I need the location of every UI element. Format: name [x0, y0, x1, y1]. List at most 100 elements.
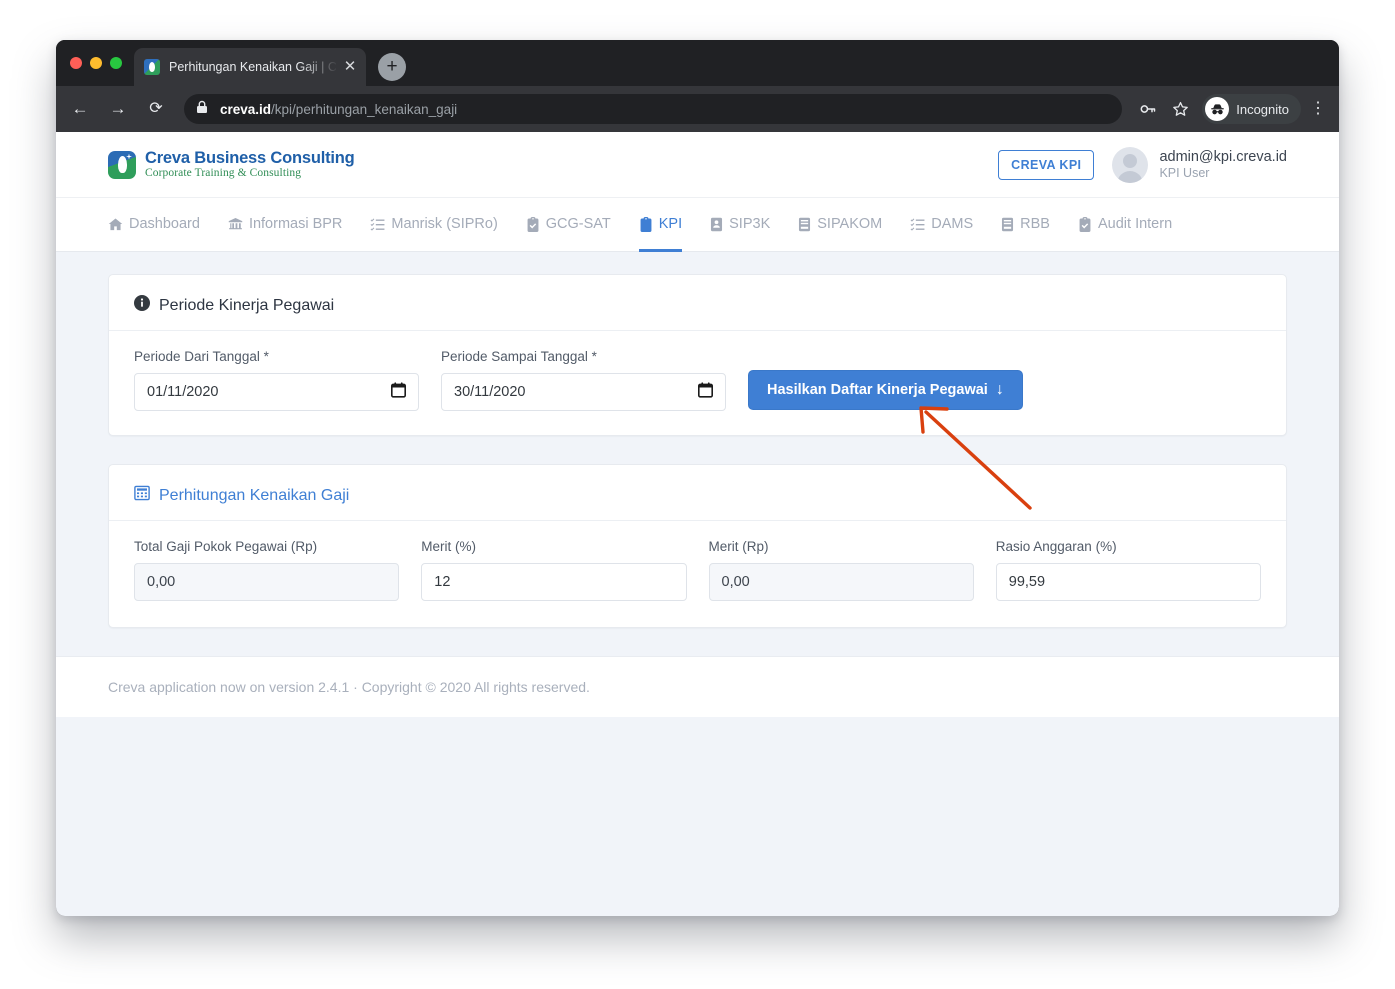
clipboard-check-icon — [1078, 216, 1092, 232]
maximize-window-button[interactable] — [110, 57, 122, 69]
browser-tabstrip: Perhitungan Kenaikan Gaji | Cre ✕ + — [56, 40, 1339, 86]
nav-item-manrisk[interactable]: Manrisk (SIPRo) — [370, 199, 498, 252]
home-icon — [108, 217, 123, 232]
info-circle-icon — [134, 295, 150, 316]
lock-icon — [196, 100, 210, 119]
nav-item-rbb[interactable]: RBB — [1001, 199, 1050, 252]
creva-kpi-badge[interactable]: CREVA KPI — [998, 149, 1095, 180]
card-header: Periode Kinerja Pegawai — [109, 275, 1286, 331]
new-tab-button[interactable]: + — [378, 53, 406, 81]
page-content: Periode Kinerja Pegawai Periode Dari Tan… — [56, 252, 1339, 628]
nav-label: GCG-SAT — [545, 216, 611, 232]
periode-dari-input[interactable]: 01/11/2020 — [134, 373, 419, 411]
browser-window: Perhitungan Kenaikan Gaji | Cre ✕ + ← → … — [56, 40, 1339, 916]
avatar — [1112, 146, 1149, 183]
forward-button[interactable]: → — [104, 95, 132, 123]
nav-item-dashboard[interactable]: Dashboard — [108, 199, 200, 252]
url-domain: creva.id — [220, 101, 272, 117]
bookmark-star-icon[interactable] — [1166, 95, 1194, 123]
list-icon — [370, 217, 385, 232]
nav-label: SIP3K — [729, 216, 771, 232]
merit-rupiah-input[interactable]: 0,00 — [708, 563, 974, 601]
main-navigation: Dashboard Informasi BPR Manrisk (SIPRo) — [56, 198, 1339, 252]
browser-tab[interactable]: Perhitungan Kenaikan Gaji | Cre ✕ — [134, 48, 366, 86]
browser-toolbar: ← → ⟳ creva.id/kpi/perhitungan_kenaikan_… — [56, 86, 1339, 132]
address-bar-text: creva.id/kpi/perhitungan_kenaikan_gaji — [220, 102, 457, 117]
user-email: admin@kpi.creva.id — [1159, 148, 1287, 165]
reload-button[interactable]: ⟳ — [142, 95, 170, 123]
site-footer: Creva application now on version 2.4.1 ·… — [56, 656, 1339, 717]
merit-rupiah-value: 0,00 — [721, 574, 750, 590]
user-role: KPI User — [1159, 165, 1210, 180]
book-icon — [798, 217, 811, 232]
nav-label: Audit Intern — [1097, 216, 1173, 232]
nav-item-audit-intern[interactable]: Audit Intern — [1078, 199, 1172, 252]
nav-item-informasi-bpr[interactable]: Informasi BPR — [228, 199, 342, 252]
card-header: Perhitungan Kenaikan Gaji — [109, 465, 1286, 521]
perhitungan-kenaikan-gaji-card: Perhitungan Kenaikan Gaji Total Gaji Pok… — [108, 464, 1287, 628]
header-right: CREVA KPI admin@kpi.creva.id KPI User — [998, 146, 1287, 183]
window-controls[interactable] — [70, 57, 122, 69]
minimize-window-button[interactable] — [90, 57, 102, 69]
list-icon — [910, 217, 925, 232]
calendar-icon[interactable] — [391, 382, 406, 402]
merit-persen-label: Merit (%) — [421, 539, 476, 554]
creva-logo-icon — [108, 150, 136, 179]
nav-item-sip3k[interactable]: SIP3K — [710, 199, 770, 252]
periode-sampai-label: Periode Sampai Tanggal * — [441, 349, 597, 364]
tab-favicon-icon — [144, 59, 160, 75]
merit-rupiah-field: Merit (Rp) 0,00 — [708, 539, 974, 601]
calendar-icon[interactable] — [698, 382, 713, 402]
rasio-anggaran-field: Rasio Anggaran (%) 99,59 — [995, 539, 1261, 601]
password-key-icon[interactable] — [1134, 95, 1162, 123]
hasilkan-daftar-kinerja-button[interactable]: Hasilkan Daftar Kinerja Pegawai ↓ — [748, 370, 1023, 410]
nav-label: Manrisk (SIPRo) — [391, 216, 498, 232]
id-card-icon — [710, 217, 723, 232]
total-gaji-pokok-value: 0,00 — [147, 574, 176, 590]
url-path: /kpi/perhitungan_kenaikan_gaji — [271, 101, 458, 117]
profile-label: Incognito — [1236, 101, 1289, 117]
card-title: Perhitungan Kenaikan Gaji — [159, 486, 350, 504]
periode-sampai-field: Periode Sampai Tanggal * 30/11/2020 — [441, 349, 726, 411]
tab-title: Perhitungan Kenaikan Gaji | Cre — [169, 60, 336, 74]
card-body: Periode Dari Tanggal * 01/11/2020 Period… — [109, 331, 1286, 435]
page-viewport: Creva Business Consulting Corporate Trai… — [56, 132, 1339, 916]
back-button[interactable]: ← — [66, 95, 94, 123]
user-info: admin@kpi.creva.id KPI User — [1159, 148, 1287, 182]
logo-text: Creva Business Consulting Corporate Trai… — [145, 148, 355, 180]
nav-item-sipakom[interactable]: SIPAKOM — [798, 199, 882, 252]
profile-incognito-chip[interactable]: Incognito — [1202, 94, 1301, 124]
close-window-button[interactable] — [70, 57, 82, 69]
screenshot-root: Perhitungan Kenaikan Gaji | Cre ✕ + ← → … — [0, 0, 1395, 989]
total-gaji-pokok-input[interactable]: 0,00 — [134, 563, 400, 601]
user-menu[interactable]: admin@kpi.creva.id KPI User — [1112, 146, 1287, 183]
total-gaji-pokok-field: Total Gaji Pokok Pegawai (Rp) 0,00 — [134, 539, 400, 601]
logo-subtitle: Corporate Training & Consulting — [145, 167, 302, 180]
periode-dari-value: 01/11/2020 — [147, 384, 219, 400]
nav-label: RBB — [1020, 216, 1050, 232]
rasio-anggaran-input[interactable]: 99,59 — [995, 563, 1261, 601]
nav-item-gcg-sat[interactable]: GCG-SAT — [526, 199, 611, 252]
card-body: Total Gaji Pokok Pegawai (Rp) 0,00 Merit… — [109, 521, 1286, 627]
nav-item-kpi[interactable]: KPI — [638, 199, 683, 252]
address-bar[interactable]: creva.id/kpi/perhitungan_kenaikan_gaji — [184, 94, 1123, 124]
merit-persen-value: 12 — [434, 574, 451, 590]
site-logo[interactable]: Creva Business Consulting Corporate Trai… — [108, 148, 355, 180]
rasio-anggaran-value: 99,59 — [1008, 574, 1046, 590]
merit-persen-input[interactable]: 12 — [421, 563, 687, 601]
card-title: Periode Kinerja Pegawai — [159, 296, 335, 314]
nav-label: DAMS — [931, 216, 974, 232]
periode-dari-label: Periode Dari Tanggal * — [134, 349, 269, 364]
tab-close-icon[interactable]: ✕ — [342, 59, 358, 75]
site-header: Creva Business Consulting Corporate Trai… — [56, 132, 1339, 198]
button-label: Hasilkan Daftar Kinerja Pegawai — [767, 382, 988, 398]
bank-icon — [228, 217, 243, 232]
calculator-icon — [134, 485, 150, 506]
logo-title: Creva Business Consulting — [145, 148, 355, 167]
periode-sampai-input[interactable]: 30/11/2020 — [441, 373, 726, 411]
periode-kinerja-card: Periode Kinerja Pegawai Periode Dari Tan… — [108, 274, 1287, 436]
browser-menu-button[interactable]: ⋮ — [1307, 101, 1329, 117]
nav-label: Informasi BPR — [248, 216, 343, 232]
arrow-down-icon: ↓ — [995, 381, 1004, 398]
nav-item-dams[interactable]: DAMS — [910, 199, 973, 252]
